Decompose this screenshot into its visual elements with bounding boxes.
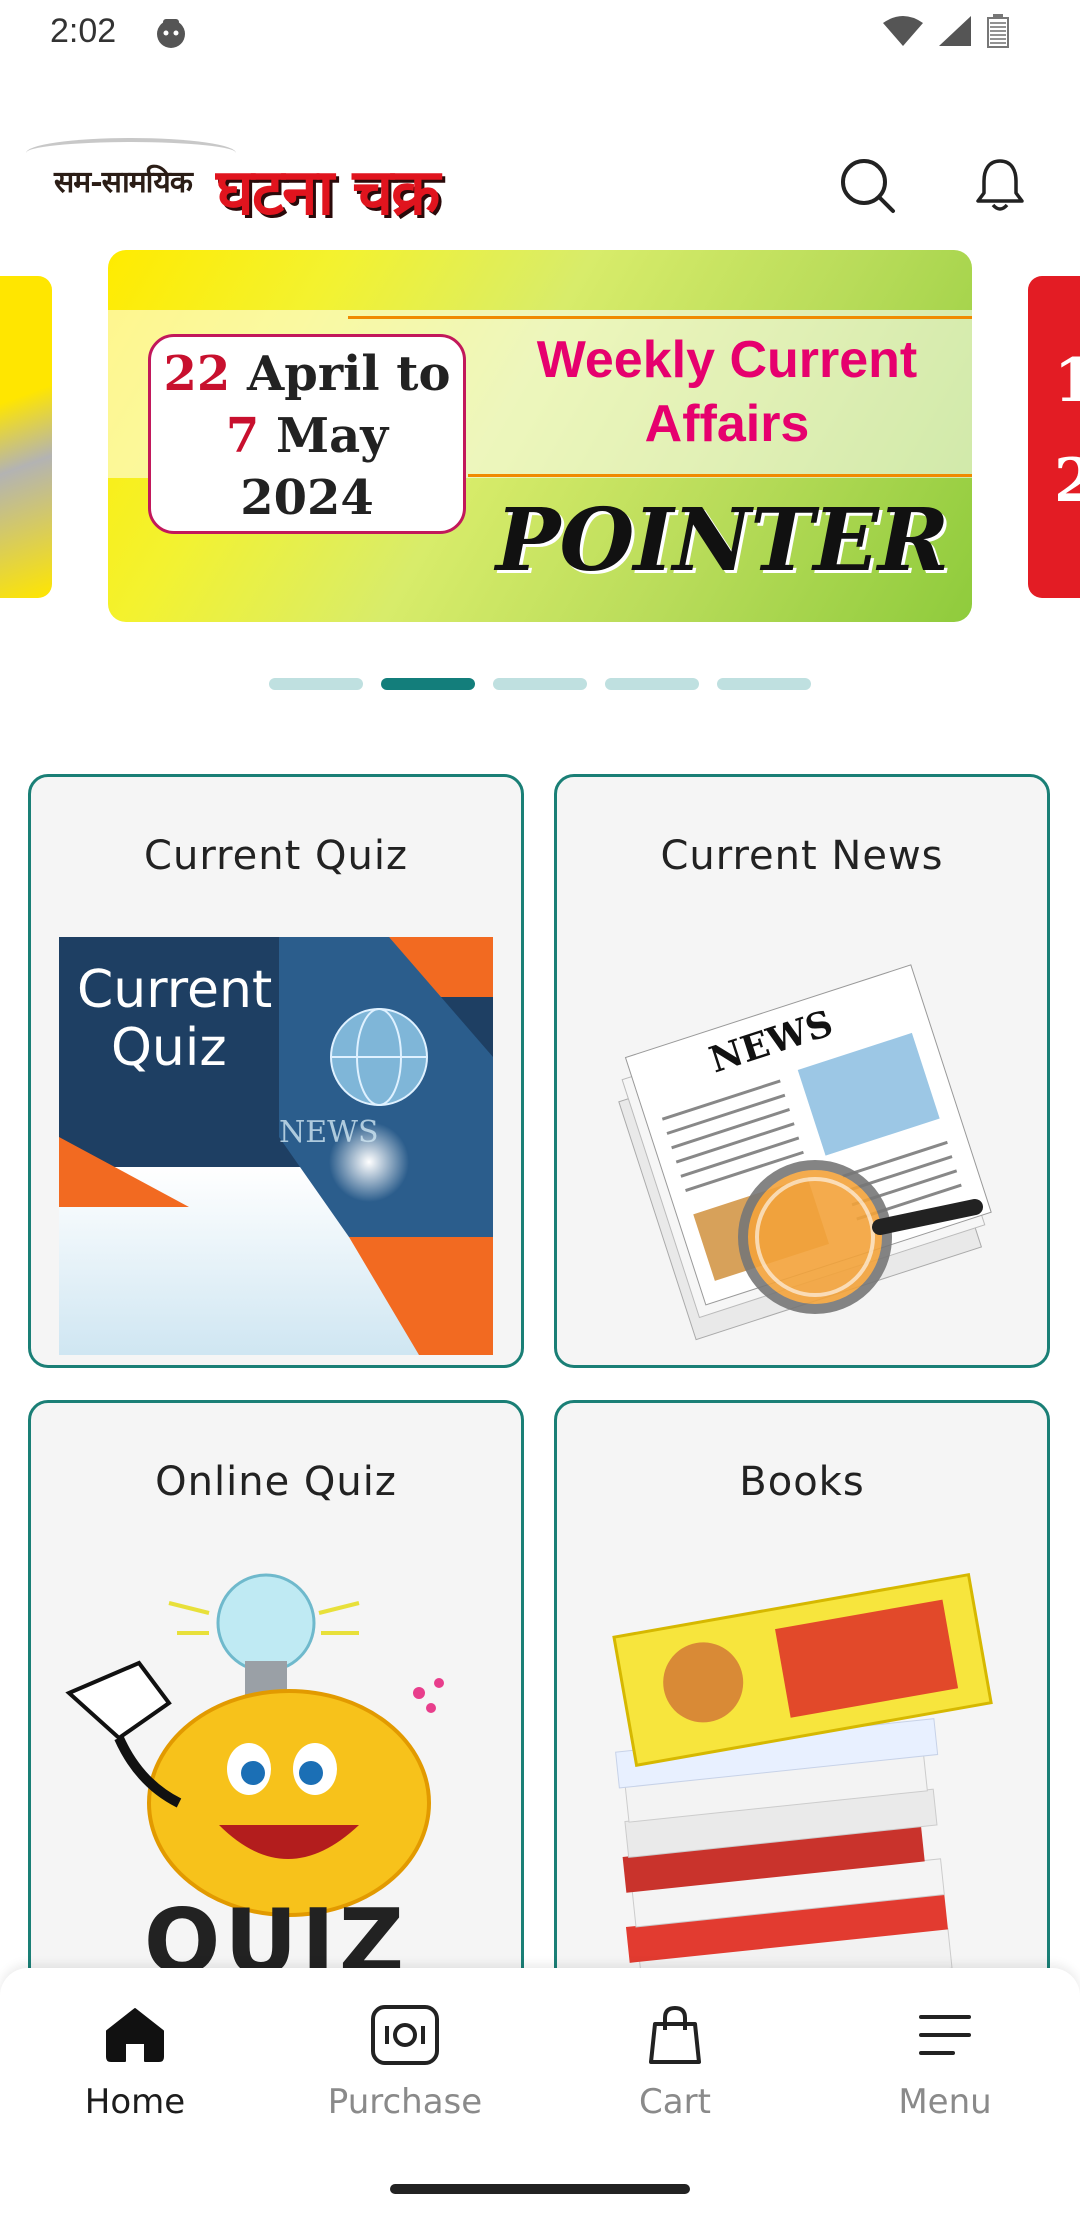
bottom-navigation: Home Purchase Cart Menu xyxy=(0,1968,1080,2220)
status-time: 2:02 xyxy=(50,12,117,50)
nav-menu[interactable]: Menu xyxy=(810,2000,1080,2150)
nav-cart[interactable]: Cart xyxy=(540,2000,810,2150)
books-card[interactable]: Books xyxy=(554,1400,1050,1994)
carousel-dot[interactable] xyxy=(269,678,363,690)
next-slide-partial-glyph: 2 xyxy=(1054,446,1080,516)
app-notification-icon xyxy=(157,19,185,48)
cart-icon xyxy=(649,2005,701,2064)
carousel-dot[interactable] xyxy=(493,678,587,690)
nav-menu-label: Menu xyxy=(898,2082,992,2122)
app-header: सम-सामयिक घटना चक्र xyxy=(0,130,1080,240)
current-quiz-image-label-1: Current xyxy=(77,960,272,1020)
nav-home-label: Home xyxy=(84,2082,186,2122)
notifications-button[interactable] xyxy=(968,154,1032,218)
status-bar: 2:02 xyxy=(0,0,1080,66)
current-news-card[interactable]: Current News NEWS xyxy=(554,774,1050,1368)
date-start-day: 22 xyxy=(163,346,231,402)
carousel-next-slide[interactable]: 1 2 xyxy=(1028,276,1080,598)
nav-home[interactable]: Home xyxy=(0,2000,270,2150)
slide-title: Weekly Current Affairs xyxy=(536,331,918,453)
date-end-day: 7 xyxy=(225,408,260,464)
carousel-indicator xyxy=(0,678,1080,690)
signal-icon xyxy=(939,16,971,46)
search-icon xyxy=(841,159,895,213)
status-indicators xyxy=(882,14,1010,48)
card-title: Current News xyxy=(660,833,944,879)
slide-divider-bottom xyxy=(468,474,972,477)
card-title: Books xyxy=(739,1459,865,1505)
online-quiz-card[interactable]: Online Quiz QUIZ xyxy=(28,1400,524,1994)
search-button[interactable] xyxy=(836,154,900,218)
app-logo[interactable]: सम-सामयिक घटना चक्र xyxy=(26,138,506,238)
home-icon xyxy=(106,2008,164,2062)
online-quiz-image: QUIZ xyxy=(65,1573,444,1981)
current-quiz-card[interactable]: Current Quiz NEWS Current Quiz xyxy=(28,774,524,1368)
card-title: Online Quiz xyxy=(155,1459,397,1505)
news-watermark: NEWS xyxy=(279,1115,379,1150)
home-indicator[interactable] xyxy=(390,2184,690,2194)
nav-cart-label: Cart xyxy=(639,2082,711,2122)
logo-big-text: घटना चक्र xyxy=(216,156,440,230)
wifi-icon xyxy=(883,16,923,46)
date-year: 2024 xyxy=(240,470,374,526)
nav-purchase[interactable]: Purchase xyxy=(270,2000,540,2150)
logo-small-text: सम-सामयिक xyxy=(54,165,193,200)
purchase-icon xyxy=(371,2005,439,2065)
battery-icon xyxy=(987,14,1009,48)
bell-icon xyxy=(976,159,1024,211)
banner-carousel[interactable]: 22 April to 7 May 2024 Weekly Current Af… xyxy=(0,250,1080,630)
carousel-active-slide[interactable]: 22 April to 7 May 2024 Weekly Current Af… xyxy=(108,250,972,622)
slide-divider-top xyxy=(348,316,972,319)
carousel-dot[interactable] xyxy=(605,678,699,690)
carousel-dot-active[interactable] xyxy=(381,678,475,690)
card-title: Current Quiz xyxy=(144,833,408,879)
newspaper-image: NEWS xyxy=(618,964,992,1341)
carousel-dot[interactable] xyxy=(717,678,811,690)
date-end-rest: May xyxy=(259,408,389,464)
current-quiz-image: NEWS Current Quiz xyxy=(59,937,493,1355)
menu-icon xyxy=(919,2015,971,2055)
date-start-rest: April to xyxy=(230,346,451,402)
current-quiz-image-label-2: Quiz xyxy=(111,1018,227,1078)
carousel-prev-slide[interactable] xyxy=(0,276,52,598)
next-slide-partial-glyph: 1 xyxy=(1054,346,1080,416)
nav-purchase-label: Purchase xyxy=(327,2082,483,2122)
slide-date-range: 22 April to 7 May 2024 xyxy=(148,334,466,534)
slide-brand: POINTER xyxy=(495,490,949,591)
books-image xyxy=(612,1572,993,1981)
